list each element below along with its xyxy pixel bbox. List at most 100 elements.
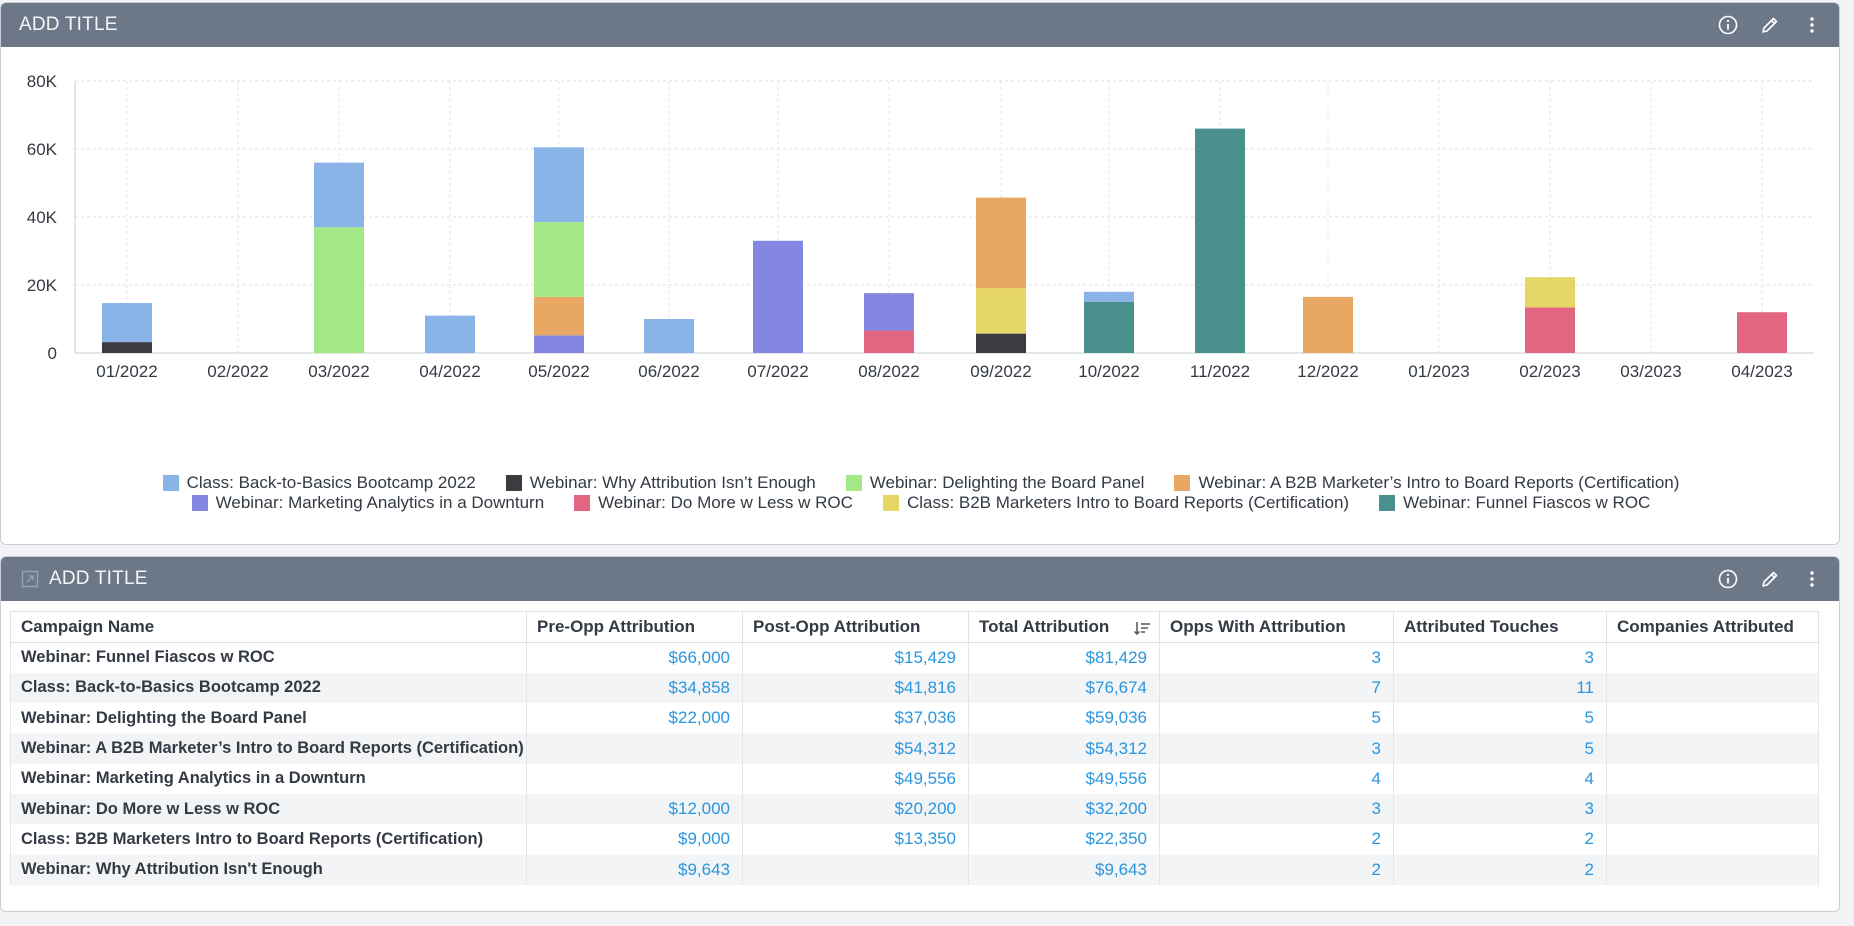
bar-segment[interactable] bbox=[534, 147, 584, 223]
legend-item[interactable]: Webinar: Funnel Fiascos w ROC bbox=[1379, 493, 1650, 513]
bar-segment[interactable] bbox=[1737, 312, 1787, 353]
metric-cell[interactable]: 2 bbox=[1159, 854, 1394, 885]
column-header-attributed-touches[interactable]: Attributed Touches bbox=[1393, 611, 1607, 643]
legend-item[interactable]: Class: B2B Marketers Intro to Board Repo… bbox=[882, 493, 1349, 513]
metric-cell[interactable] bbox=[1606, 824, 1819, 855]
pencil-icon[interactable] bbox=[1759, 14, 1781, 36]
sort-descending-icon[interactable] bbox=[1133, 619, 1151, 637]
table-panel-title[interactable]: ADD TITLE bbox=[49, 568, 1717, 590]
metric-cell[interactable]: $15,429 bbox=[742, 642, 969, 673]
column-header-post-opp-attribution[interactable]: Post-Opp Attribution bbox=[742, 611, 969, 643]
bar-segment[interactable] bbox=[534, 222, 584, 297]
column-header-campaign-name[interactable]: Campaign Name bbox=[10, 611, 527, 643]
bar-segment[interactable] bbox=[102, 303, 152, 343]
metric-cell[interactable]: $22,000 bbox=[526, 703, 743, 734]
bar-segment[interactable] bbox=[1084, 302, 1134, 353]
table-row[interactable]: Webinar: Why Attribution Isn't Enough $9,… bbox=[10, 854, 1819, 885]
legend-item[interactable]: Webinar: Delighting the Board Panel bbox=[845, 473, 1144, 493]
legend-item[interactable]: Webinar: A B2B Marketer’s Intro to Board… bbox=[1174, 473, 1679, 493]
info-icon[interactable] bbox=[1717, 568, 1739, 590]
table-row[interactable]: Webinar: Funnel Fiascos w ROC $66,000 $15,… bbox=[10, 642, 1819, 673]
bar-segment[interactable] bbox=[314, 162, 364, 228]
metric-cell[interactable]: $22,350 bbox=[968, 824, 1160, 855]
bar-segment[interactable] bbox=[976, 333, 1026, 353]
metric-cell[interactable]: 3 bbox=[1393, 793, 1607, 825]
metric-cell[interactable]: $20,200 bbox=[742, 793, 969, 825]
metric-cell[interactable] bbox=[742, 854, 969, 885]
metric-cell[interactable]: 5 bbox=[1393, 703, 1607, 734]
bar-segment[interactable] bbox=[534, 335, 584, 353]
metric-cell[interactable]: $54,312 bbox=[968, 733, 1160, 764]
legend-item[interactable]: Webinar: Marketing Analytics in a Downtu… bbox=[191, 493, 544, 513]
kebab-menu-icon[interactable] bbox=[1801, 568, 1823, 590]
bar-segment[interactable] bbox=[976, 288, 1026, 334]
legend-item[interactable]: Webinar: Why Attribution Isn’t Enough bbox=[505, 473, 816, 493]
bar-segment[interactable] bbox=[314, 227, 364, 353]
bar-segment[interactable] bbox=[102, 342, 152, 353]
metric-cell[interactable]: $59,036 bbox=[968, 703, 1160, 734]
metric-cell[interactable] bbox=[526, 733, 743, 764]
metric-cell[interactable]: $66,000 bbox=[526, 642, 743, 673]
bar-segment[interactable] bbox=[753, 240, 803, 353]
metric-cell[interactable]: 3 bbox=[1159, 793, 1394, 825]
column-header-pre-opp-attribution[interactable]: Pre-Opp Attribution bbox=[526, 611, 743, 643]
bar-segment[interactable] bbox=[1303, 296, 1353, 353]
bar-segment[interactable] bbox=[1195, 128, 1245, 353]
info-icon[interactable] bbox=[1717, 14, 1739, 36]
metric-cell[interactable]: $13,350 bbox=[742, 824, 969, 855]
table-row[interactable]: Class: B2B Marketers Intro to Board Repo… bbox=[10, 824, 1819, 855]
metric-cell[interactable]: 3 bbox=[1159, 733, 1394, 764]
column-header-opps-with-attribution[interactable]: Opps With Attribution bbox=[1159, 611, 1394, 643]
pencil-icon[interactable] bbox=[1759, 568, 1781, 590]
bar-segment[interactable] bbox=[1084, 291, 1134, 302]
bar-segment[interactable] bbox=[534, 296, 584, 336]
metric-cell[interactable]: $41,816 bbox=[742, 672, 969, 704]
metric-cell[interactable] bbox=[1606, 854, 1819, 885]
kebab-menu-icon[interactable] bbox=[1801, 14, 1823, 36]
metric-cell[interactable] bbox=[1606, 703, 1819, 734]
table-row[interactable]: Webinar: Delighting the Board Panel $22,0… bbox=[10, 703, 1819, 734]
metric-cell[interactable] bbox=[1606, 763, 1819, 794]
metric-cell[interactable]: 4 bbox=[1393, 763, 1607, 794]
metric-cell[interactable] bbox=[1606, 793, 1819, 825]
metric-cell[interactable]: 7 bbox=[1159, 672, 1394, 704]
metric-cell[interactable] bbox=[1606, 672, 1819, 704]
metric-cell[interactable]: 2 bbox=[1159, 824, 1394, 855]
bar-segment[interactable] bbox=[1525, 307, 1575, 353]
bar-segment[interactable] bbox=[425, 315, 475, 353]
metric-cell[interactable]: $9,000 bbox=[526, 824, 743, 855]
metric-cell[interactable] bbox=[1606, 642, 1819, 673]
metric-cell[interactable] bbox=[1606, 733, 1819, 764]
metric-cell[interactable]: 5 bbox=[1159, 703, 1394, 734]
metric-cell[interactable]: $34,858 bbox=[526, 672, 743, 704]
metric-cell[interactable]: $9,643 bbox=[968, 854, 1160, 885]
metric-cell[interactable]: 4 bbox=[1159, 763, 1394, 794]
metric-cell[interactable]: 2 bbox=[1393, 824, 1607, 855]
chart-panel-title[interactable]: ADD TITLE bbox=[19, 14, 1717, 36]
metric-cell[interactable]: $37,036 bbox=[742, 703, 969, 734]
table-row[interactable]: Webinar: Marketing Analytics in a Downtu… bbox=[10, 763, 1819, 794]
metric-cell[interactable]: $9,643 bbox=[526, 854, 743, 885]
column-header-total-attribution[interactable]: Total Attribution bbox=[968, 611, 1160, 643]
column-header-companies-attributed[interactable]: Companies Attributed bbox=[1606, 611, 1819, 643]
metric-cell[interactable]: $12,000 bbox=[526, 793, 743, 825]
bar-segment[interactable] bbox=[644, 319, 694, 353]
metric-cell[interactable]: 3 bbox=[1159, 642, 1394, 673]
legend-item[interactable]: Class: Back-to-Basics Bootcamp 2022 bbox=[162, 473, 476, 493]
metric-cell[interactable]: $81,429 bbox=[968, 642, 1160, 673]
metric-cell[interactable]: 2 bbox=[1393, 854, 1607, 885]
metric-cell[interactable]: $54,312 bbox=[742, 733, 969, 764]
bar-segment[interactable] bbox=[864, 293, 914, 331]
bar-segment[interactable] bbox=[976, 197, 1026, 289]
drag-handle-icon[interactable] bbox=[19, 568, 41, 590]
bar-segment[interactable] bbox=[1525, 277, 1575, 308]
metric-cell[interactable] bbox=[526, 763, 743, 794]
table-row[interactable]: Webinar: Do More w Less w ROC $12,000 $20,… bbox=[10, 793, 1819, 825]
metric-cell[interactable]: $76,674 bbox=[968, 672, 1160, 704]
metric-cell[interactable]: $49,556 bbox=[968, 763, 1160, 794]
bar-segment[interactable] bbox=[864, 330, 914, 353]
table-row[interactable]: Webinar: A B2B Marketer’s Intro to Board… bbox=[10, 733, 1819, 764]
metric-cell[interactable]: 5 bbox=[1393, 733, 1607, 764]
table-row[interactable]: Class: Back-to-Basics Bootcamp 2022 $34,8… bbox=[10, 672, 1819, 704]
metric-cell[interactable]: 11 bbox=[1393, 672, 1607, 704]
